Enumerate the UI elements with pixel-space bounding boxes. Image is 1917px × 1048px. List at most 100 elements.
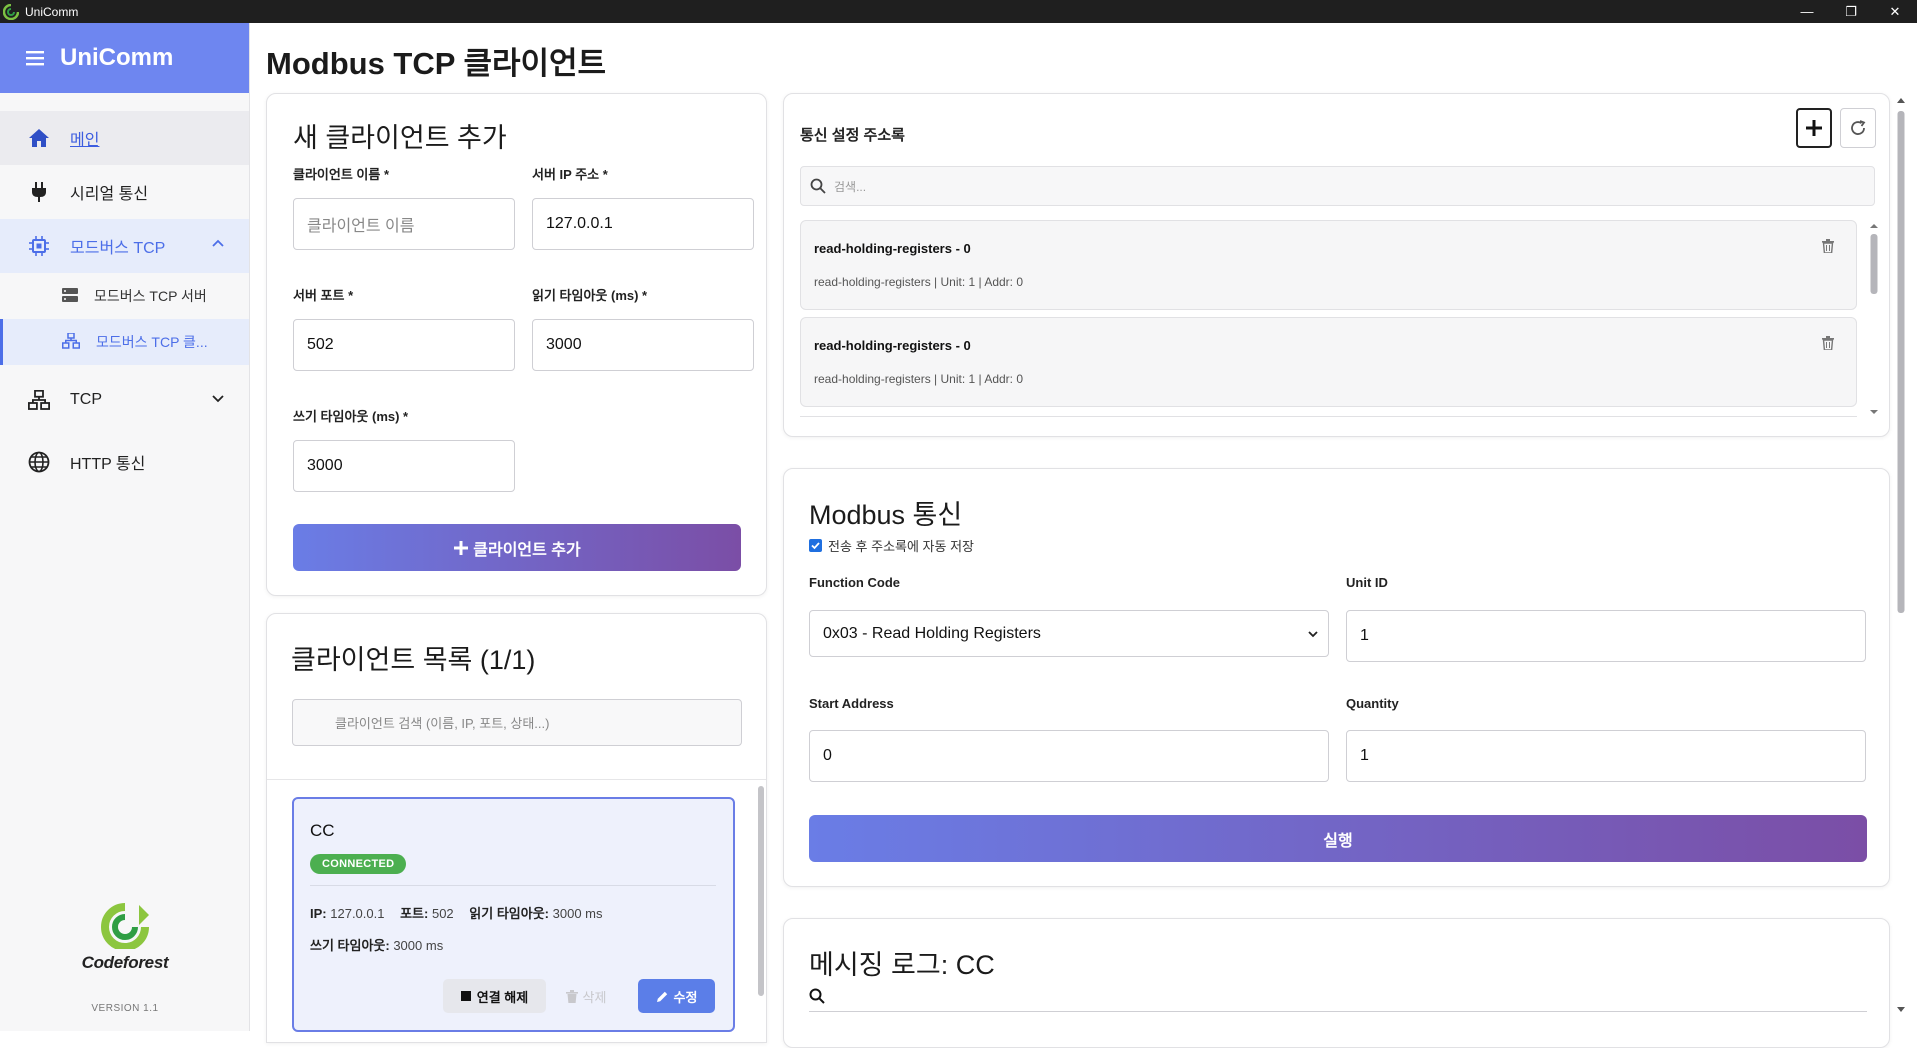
edit-client-button[interactable]: 수정 <box>638 979 715 1013</box>
codeforest-logo: Codeforest VERSION 1.1 <box>0 903 250 1014</box>
globe-icon <box>26 449 52 475</box>
address-item-title: read-holding-registers - 0 <box>814 338 971 353</box>
sidebar-item-http[interactable]: HTTP 통신 <box>0 435 249 489</box>
address-list-scrollbar[interactable] <box>1867 220 1881 418</box>
unit-id-label: Unit ID <box>1346 575 1388 590</box>
server-port-label: 서버 포트 * <box>293 288 354 303</box>
version-label: VERSION 1.1 <box>91 1003 159 1014</box>
quantity-input[interactable]: 1 <box>1346 730 1866 782</box>
autosave-option[interactable]: 전송 후 주소록에 자동 저장 <box>809 536 974 555</box>
sidebar-item-main[interactable]: 메인 <box>0 111 249 165</box>
stop-icon <box>460 991 471 1001</box>
log-heading: 메시징 로그: CC <box>809 950 995 980</box>
server-port-input[interactable]: 502 <box>293 319 515 371</box>
address-book-card: 통신 설정 주소록 검색... read-holding-registers -… <box>783 93 1890 437</box>
divider <box>267 779 766 780</box>
add-client-heading: 새 클라이언트 추가 <box>293 123 507 153</box>
logo-name: Codeforest <box>81 953 169 972</box>
home-icon <box>26 125 52 151</box>
client-info-row-1: IP: 127.0.0.1 포트: 502 읽기 타임아웃: 3000 ms <box>310 903 603 922</box>
start-address-input[interactable]: 0 <box>809 730 1329 782</box>
trash-icon[interactable] <box>1822 336 1834 350</box>
address-item[interactable]: read-holding-registers - 0 read-holding-… <box>800 220 1857 310</box>
chip-icon <box>26 233 52 259</box>
port-value: 502 <box>431 906 454 921</box>
address-search-placeholder: 검색... <box>834 179 867 194</box>
client-card[interactable]: CC CONNECTED IP: 127.0.0.1 포트: 502 읽기 타임… <box>292 797 735 1032</box>
restore-button[interactable]: ❐ <box>1829 0 1873 23</box>
client-name: CC <box>310 821 335 840</box>
page-title: Modbus TCP 클라이언트 <box>266 46 607 81</box>
sidebar-header: UniComm <box>0 23 249 93</box>
client-status: CONNECTED <box>310 854 407 874</box>
port-label: 포트: <box>400 906 429 921</box>
close-button[interactable]: ✕ <box>1873 0 1917 23</box>
divider <box>310 885 716 886</box>
sidebar-item-label: 모드버스 TCP <box>70 240 166 257</box>
write-timeout-input[interactable]: 3000 <box>293 440 515 492</box>
disconnect-button[interactable]: 연결 해제 <box>443 979 546 1013</box>
address-item-detail: read-holding-registers | Unit: 1 | Addr:… <box>814 275 1024 289</box>
write-timeout-label: 쓰기 타임아웃 (ms) * <box>293 409 409 424</box>
server-icon <box>62 287 78 305</box>
window-title: UniComm <box>25 4 79 19</box>
page-scrollbar[interactable] <box>1894 93 1908 1018</box>
plug-icon <box>26 179 52 205</box>
trash-icon[interactable] <box>1822 239 1834 253</box>
chevron-down-icon <box>212 395 224 403</box>
minimize-button[interactable]: — <box>1785 0 1829 23</box>
sidebar-subitem-label: 모드버스 TCP 클... <box>96 334 208 350</box>
client-name-input[interactable]: 클라이언트 이름 <box>293 198 515 250</box>
server-ip-input[interactable]: 127.0.0.1 <box>532 198 754 250</box>
client-search-input[interactable]: 클라이언트 검색 (이름, IP, 포트, 상태...) <box>292 699 742 746</box>
sidebar-subitem-modbus-client[interactable]: 모드버스 TCP 클... <box>0 319 249 365</box>
hamburger-menu-icon[interactable] <box>26 50 44 66</box>
address-item[interactable]: read-holding-registers - 0 read-holding-… <box>800 317 1857 407</box>
sidebar-subitem-modbus-server[interactable]: 모드버스 TCP 서버 <box>0 273 249 319</box>
sidebar-item-label: HTTP 통신 <box>70 456 146 473</box>
sidebar-item-serial[interactable]: 시리얼 통신 <box>0 165 249 219</box>
unit-id-input[interactable]: 1 <box>1346 610 1866 662</box>
refresh-icon <box>1851 120 1866 135</box>
function-code-value: 0x03 - Read Holding Registers <box>823 624 1041 642</box>
function-code-select[interactable]: 0x03 - Read Holding Registers <box>809 610 1329 657</box>
add-address-button[interactable] <box>1796 108 1832 148</box>
edit-client-button-label: 수정 <box>673 989 698 1005</box>
modbus-card: Modbus 통신 전송 후 주소록에 자동 저장 Function Code … <box>783 468 1890 887</box>
app-logo-icon <box>3 3 19 20</box>
network-icon <box>26 387 52 413</box>
sidebar-item-label: 시리얼 통신 <box>70 186 149 203</box>
read-timeout-input[interactable]: 3000 <box>532 319 754 371</box>
add-client-card: 새 클라이언트 추가 클라이언트 이름 * 클라이언트 이름 서버 IP 주소 … <box>266 93 767 596</box>
address-item-title: read-holding-registers - 0 <box>814 241 971 256</box>
status-badge: CONNECTED <box>310 854 407 874</box>
address-search[interactable]: 검색... <box>800 166 1875 206</box>
client-list-scrollbar[interactable] <box>758 786 764 996</box>
add-client-button[interactable]: 클라이언트 추가 <box>293 524 741 571</box>
write-timeout-value: 3000 ms <box>393 938 444 953</box>
sidebar-item-label: 메인 <box>70 132 100 149</box>
plus-icon <box>1806 120 1822 136</box>
read-timeout-label: 읽기 타임아웃: <box>469 906 549 921</box>
codeforest-logo-icon <box>101 903 149 949</box>
read-timeout-value: 3000 ms <box>552 906 603 921</box>
sidebar-subitem-label: 모드버스 TCP 서버 <box>94 288 207 304</box>
trash-icon <box>565 989 578 1003</box>
server-ip-label: 서버 IP 주소 * <box>532 167 608 182</box>
autosave-checkbox[interactable] <box>809 539 822 552</box>
sidebar-item-modbus-tcp[interactable]: 모드버스 TCP <box>0 219 249 273</box>
sidebar-item-tcp[interactable]: TCP <box>0 373 249 427</box>
sidebar: UniComm 메인 시리얼 통신 모드버스 TCP 모드버스 TCP 서버 모… <box>0 23 250 1031</box>
client-list-card: 클라이언트 목록 (1/1) 클라이언트 검색 (이름, IP, 포트, 상태.… <box>266 613 767 1043</box>
sidebar-item-label: TCP <box>70 391 102 408</box>
search-icon[interactable] <box>809 988 825 1004</box>
execute-button[interactable]: 실행 <box>809 815 1867 862</box>
start-address-label: Start Address <box>809 696 894 711</box>
pencil-icon <box>656 991 667 1002</box>
refresh-button[interactable] <box>1840 108 1876 148</box>
sidebar-nav: 메인 시리얼 통신 모드버스 TCP 모드버스 TCP 서버 모드버스 TCP … <box>0 111 249 489</box>
write-timeout-label: 쓰기 타임아웃: <box>310 938 390 953</box>
plus-icon <box>454 540 469 555</box>
ip-value: 127.0.0.1 <box>330 906 385 921</box>
delete-client-button[interactable]: 삭제 <box>556 979 616 1013</box>
